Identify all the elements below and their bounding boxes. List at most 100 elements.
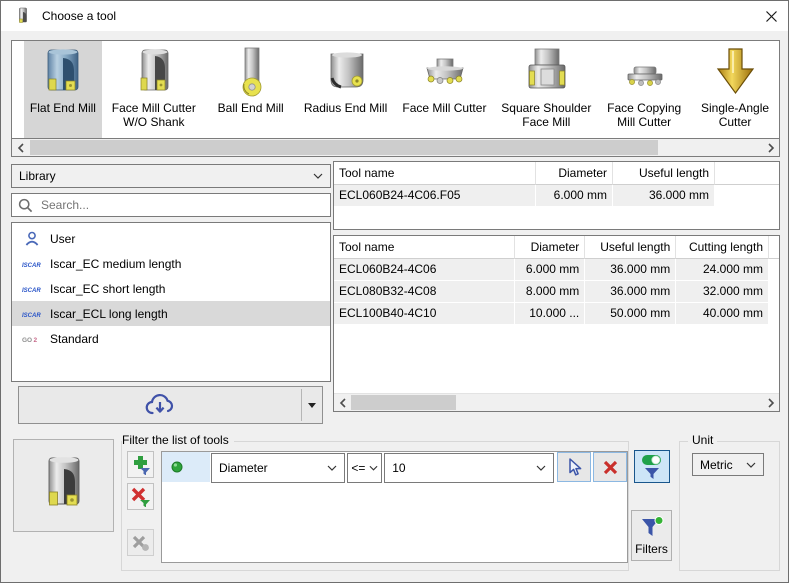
radius-end-mill-icon bbox=[319, 46, 373, 100]
cell-diameter: 8.000 mm bbox=[515, 281, 586, 303]
svg-text:ISCAR: ISCAR bbox=[22, 263, 41, 269]
unit-select[interactable]: Metric bbox=[692, 453, 764, 476]
tree-item-standard[interactable]: GO 2 Standard bbox=[12, 326, 330, 351]
filter-field-value: Diameter bbox=[219, 461, 268, 475]
tree-item-user[interactable]: User bbox=[12, 226, 330, 251]
filter-operator-select[interactable]: <= bbox=[347, 453, 382, 483]
iscar-logo-icon: ISCAR bbox=[20, 308, 44, 320]
cell-diameter: 10.000 ... bbox=[515, 303, 586, 325]
scroll-right-icon[interactable] bbox=[762, 394, 779, 411]
tool-type-label: Face Mill Cutter W/O Shank bbox=[104, 101, 204, 129]
filter-rule-list: Diameter <= 10 bbox=[161, 451, 628, 563]
library-tree: User ISCAR Iscar_EC medium length ISCAR … bbox=[11, 222, 331, 382]
toggle-funnel-icon bbox=[640, 454, 664, 480]
tool-type-face-copying-mill-cutter[interactable]: Face Copying Mill Cutter bbox=[599, 41, 689, 139]
tool-type-ball-end-mill[interactable]: Ball End Mill bbox=[206, 41, 296, 139]
library-selector[interactable]: Library bbox=[11, 164, 331, 188]
scroll-left-icon[interactable] bbox=[334, 394, 351, 411]
add-filter-button[interactable] bbox=[127, 451, 154, 478]
delete-filter-rule-button[interactable] bbox=[593, 452, 627, 482]
unlink-filter-button-disabled[interactable] bbox=[127, 529, 154, 556]
tool-type-single-angle-cutter[interactable]: Single-Angle Cutter bbox=[691, 41, 779, 139]
tool-strip-scrollbar[interactable] bbox=[11, 139, 780, 157]
user-icon bbox=[20, 231, 44, 247]
add-filter-icon bbox=[131, 455, 151, 475]
cell-tool-name: ECL100B40-4C10 bbox=[334, 303, 515, 325]
cursor-icon bbox=[566, 458, 583, 477]
cell-useful-length: 36.000 mm bbox=[585, 259, 676, 281]
unlink-icon bbox=[131, 533, 151, 553]
go2-logo-icon: GO 2 bbox=[20, 333, 44, 345]
column-header-filler bbox=[769, 236, 779, 259]
table-row[interactable]: ECL060B24-4C06 6.000 mm 36.000 mm 24.000… bbox=[334, 259, 779, 281]
chevron-down-icon bbox=[313, 173, 323, 179]
search-input[interactable] bbox=[39, 197, 313, 213]
cell-cutting-length: 40.000 mm bbox=[676, 303, 769, 325]
tool-type-face-mill-wo-shank[interactable]: Face Mill Cutter W/O Shank bbox=[104, 41, 204, 139]
filter-active-cell[interactable] bbox=[162, 452, 210, 482]
cell-filler bbox=[769, 281, 779, 303]
search-icon bbox=[18, 198, 33, 213]
library-selector-value: Library bbox=[19, 169, 56, 183]
column-header[interactable]: Tool name bbox=[334, 236, 515, 259]
svg-text:ISCAR: ISCAR bbox=[22, 288, 41, 294]
scrollbar-thumb[interactable] bbox=[351, 395, 456, 410]
tool-type-face-mill-cutter[interactable]: Face Mill Cutter bbox=[396, 41, 494, 139]
tool-type-flat-end-mill[interactable]: Flat End Mill bbox=[24, 41, 102, 139]
column-header-filler bbox=[715, 162, 779, 185]
scroll-right-icon[interactable] bbox=[762, 139, 779, 156]
tree-item-label: Iscar_ECL long length bbox=[50, 307, 168, 321]
column-header[interactable]: Useful length bbox=[585, 236, 676, 259]
tool-list-table: Tool name Diameter Useful length Cutting… bbox=[333, 235, 780, 412]
column-header[interactable]: Useful length bbox=[613, 162, 715, 185]
filter-field-select[interactable]: Diameter bbox=[211, 453, 345, 483]
iscar-logo-icon: ISCAR bbox=[20, 258, 44, 270]
table-row[interactable]: ECL100B40-4C10 10.000 ... 50.000 mm 40.0… bbox=[334, 303, 779, 325]
scroll-left-icon[interactable] bbox=[12, 139, 29, 156]
tree-item-label: Iscar_EC medium length bbox=[50, 257, 181, 271]
download-button[interactable] bbox=[19, 387, 301, 423]
tool-type-label: Face Copying Mill Cutter bbox=[599, 101, 689, 129]
unit-group-title: Unit bbox=[688, 433, 717, 447]
column-header[interactable]: Cutting length bbox=[676, 236, 769, 259]
tool-preview-box bbox=[13, 439, 114, 532]
close-button[interactable] bbox=[754, 1, 788, 31]
table-row[interactable]: ECL080B32-4C08 8.000 mm 36.000 mm 32.000… bbox=[334, 281, 779, 303]
svg-text:2: 2 bbox=[34, 337, 38, 344]
pick-filter-button[interactable] bbox=[557, 452, 591, 482]
title-bar: Choose a tool bbox=[1, 1, 788, 31]
cell-cutting-length: 24.000 mm bbox=[676, 259, 769, 281]
tree-item-iscar-ec-short[interactable]: ISCAR Iscar_EC short length bbox=[12, 276, 330, 301]
table-row[interactable]: ECL060B24-4C06.F05 6.000 mm 36.000 mm bbox=[334, 185, 779, 207]
tree-item-iscar-ecl-long[interactable]: ISCAR Iscar_ECL long length bbox=[12, 301, 330, 326]
scrollbar-thumb[interactable] bbox=[30, 140, 658, 155]
cell-filler bbox=[769, 303, 779, 325]
tool-type-radius-end-mill[interactable]: Radius End Mill bbox=[298, 41, 394, 139]
table-header-row: Tool name Diameter Useful length bbox=[334, 162, 779, 185]
filters-button[interactable]: Filters bbox=[631, 510, 672, 561]
download-dropdown-button[interactable] bbox=[302, 387, 322, 423]
tool-list-scrollbar[interactable] bbox=[334, 393, 779, 411]
filter-value-combo[interactable]: 10 bbox=[384, 453, 554, 483]
remove-filter-button[interactable] bbox=[127, 483, 154, 510]
column-header[interactable]: Diameter bbox=[536, 162, 613, 185]
tree-item-label: Standard bbox=[50, 332, 99, 346]
download-split-button[interactable] bbox=[18, 386, 323, 424]
tree-item-iscar-ec-medium[interactable]: ISCAR Iscar_EC medium length bbox=[12, 251, 330, 276]
red-x-icon bbox=[603, 460, 618, 475]
tool-type-square-shoulder-face-mill[interactable]: Square Shoulder Face Mill bbox=[495, 41, 597, 139]
face-mill-cutter-icon bbox=[417, 46, 471, 100]
search-box[interactable] bbox=[11, 193, 331, 217]
toggle-filtering-button[interactable] bbox=[634, 450, 670, 483]
filter-rule-row[interactable]: Diameter <= 10 bbox=[162, 452, 627, 482]
tool-type-label: Single-Angle Cutter bbox=[691, 101, 779, 129]
column-header[interactable]: Diameter bbox=[515, 236, 586, 259]
face-mill-wo-shank-icon bbox=[127, 46, 181, 100]
close-icon bbox=[765, 10, 778, 23]
cell-tool-name: ECL080B32-4C08 bbox=[334, 281, 515, 303]
svg-text:GO: GO bbox=[22, 337, 32, 344]
filters-button-label: Filters bbox=[635, 542, 668, 556]
column-header[interactable]: Tool name bbox=[334, 162, 536, 185]
tool-type-label: Ball End Mill bbox=[218, 101, 284, 115]
cell-filler bbox=[769, 259, 779, 281]
